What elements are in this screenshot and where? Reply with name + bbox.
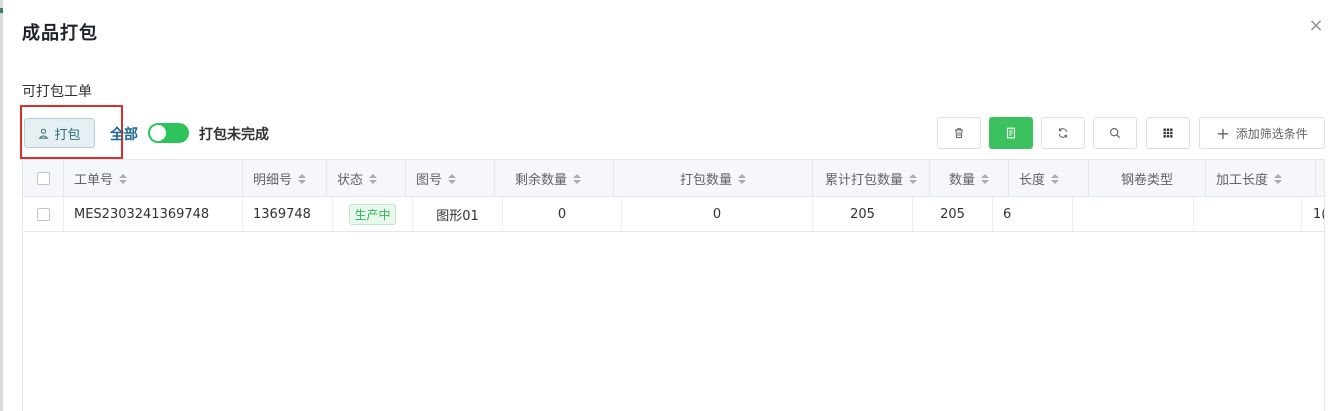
sort-icon[interactable] — [1051, 173, 1060, 184]
column-header-detail-no[interactable]: 明细号 — [243, 160, 327, 197]
select-all-checkbox[interactable] — [36, 172, 50, 185]
user-icon — [38, 128, 49, 139]
row-checkbox[interactable] — [36, 208, 50, 221]
cell-detail-no: 1369748 — [243, 197, 333, 232]
cell-coil-type — [1073, 197, 1194, 232]
cell-cumulative-pack-qty: 205 — [813, 197, 913, 232]
sort-icon[interactable] — [119, 173, 128, 184]
plus-icon: + — [1216, 123, 1230, 143]
work-order-table: 工单号 明细号 状态 图号 剩余数量 打包数量 累计打包数量 数量 长度 钢卷类… — [22, 159, 1325, 411]
toggle-label: 打包未完成 — [199, 127, 269, 143]
sort-icon[interactable] — [909, 173, 917, 184]
columns-button[interactable] — [1146, 117, 1190, 149]
close-icon[interactable]: × — [1308, 17, 1324, 35]
column-header-qty[interactable]: 数量 — [930, 160, 1009, 197]
column-header-length[interactable]: 长度 — [1009, 160, 1089, 197]
pack-button-label: 打包 — [54, 127, 81, 143]
column-header-drawing-no[interactable]: 图号 — [406, 160, 495, 197]
left-edge-strip — [0, 0, 3, 411]
table-header: 工单号 明细号 状态 图号 剩余数量 打包数量 累计打包数量 数量 长度 钢卷类… — [23, 160, 1324, 197]
column-header-coil-type[interactable]: 钢卷类型 — [1089, 160, 1206, 197]
column-header-cumulative-pack-qty[interactable]: 累计打包数量 — [813, 160, 930, 197]
sort-icon[interactable] — [1274, 173, 1283, 184]
cell-qty: 205 — [913, 197, 993, 232]
cell-work-order: MES2303241369748 — [64, 197, 243, 232]
cell-length: 6 — [993, 197, 1073, 232]
column-header-work-order[interactable]: 工单号 — [64, 160, 243, 197]
all-filter-label[interactable]: 全部 — [110, 124, 138, 144]
trash-icon — [955, 128, 963, 138]
cell-process-length — [1194, 197, 1302, 232]
cell-remaining-qty: 0 — [503, 197, 622, 232]
status-badge: 生产中 — [349, 204, 396, 225]
pack-button[interactable]: 打包 — [24, 118, 95, 148]
toggle-knob — [150, 125, 166, 141]
sort-icon[interactable] — [738, 173, 746, 184]
table-row[interactable]: MES2303241369748 1369748 生产中 图形01 0 0 20… — [23, 197, 1324, 232]
refresh-button[interactable] — [1041, 117, 1085, 149]
section-title: 可打包工单 — [22, 84, 92, 100]
grid-icon — [1163, 128, 1173, 138]
header-select-all[interactable] — [23, 160, 64, 197]
document-icon — [1006, 127, 1016, 139]
sort-icon[interactable] — [298, 173, 307, 184]
column-header-process-length[interactable]: 加工长度 — [1206, 160, 1316, 197]
cell-drawing-no: 图形01 — [413, 197, 503, 232]
column-header-remaining-qty[interactable]: 剩余数量 — [495, 160, 614, 197]
cell-pack-qty[interactable]: 0 — [622, 197, 813, 232]
sort-icon[interactable] — [448, 173, 457, 184]
row-select-cell[interactable] — [23, 197, 64, 232]
column-header-status[interactable]: 状态 — [327, 160, 406, 197]
sort-icon[interactable] — [573, 173, 582, 184]
sort-icon[interactable] — [981, 173, 989, 184]
dialog-title: 成品打包 — [22, 23, 98, 44]
delete-button[interactable] — [937, 117, 981, 149]
cell-overflow: 1( — [1313, 207, 1324, 222]
pack-incomplete-toggle[interactable] — [148, 123, 189, 143]
left-edge-mark — [0, 8, 3, 13]
cell-status: 生产中 — [333, 197, 413, 232]
sort-icon[interactable] — [369, 173, 378, 184]
refresh-icon — [1058, 128, 1068, 138]
add-filter-label: 添加筛选条件 — [1235, 126, 1308, 141]
document-button[interactable] — [989, 117, 1033, 149]
column-header-pack-qty[interactable]: 打包数量 — [614, 160, 813, 197]
search-button[interactable] — [1093, 117, 1137, 149]
search-icon — [1110, 128, 1121, 139]
add-filter-button[interactable]: + 添加筛选条件 — [1199, 117, 1325, 149]
